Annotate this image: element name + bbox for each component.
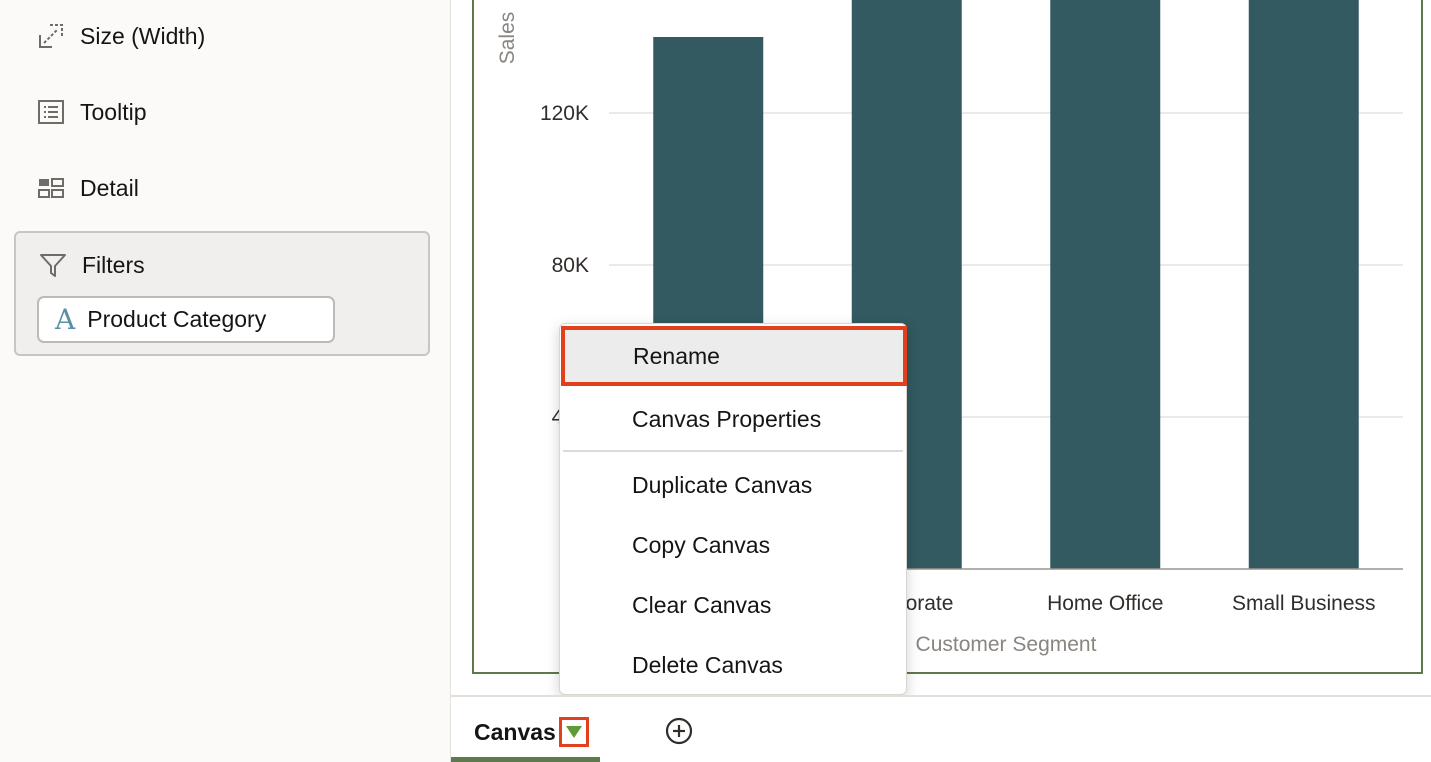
size-width-drop-target[interactable]: Size (Width) [36, 20, 205, 52]
bar-home-office[interactable] [1050, 0, 1161, 569]
y-axis-title: Sales [496, 12, 519, 65]
size-width-label: Size (Width) [80, 22, 206, 49]
tooltip-label: Tooltip [80, 98, 147, 125]
x-tick-label: Home Office [1047, 592, 1163, 615]
menu-item-duplicate-canvas[interactable]: Duplicate Canvas [560, 455, 906, 515]
detail-icon [36, 173, 66, 203]
triangle-down-icon [566, 726, 582, 738]
tooltip-icon [36, 97, 66, 127]
tooltip-drop-target[interactable]: Tooltip [36, 96, 146, 128]
bar-small-business[interactable] [1248, 0, 1359, 569]
detail-drop-target[interactable]: Detail [36, 172, 139, 204]
menu-separator [563, 450, 903, 452]
canvas-tab-bar: Canvas [451, 695, 1431, 762]
menu-item-canvas-properties[interactable]: Canvas Properties [560, 389, 906, 449]
canvas-context-menu: Rename Canvas Properties Duplicate Canva… [559, 323, 907, 695]
x-axis-title: Customer Segment [916, 633, 1097, 656]
grammar-panel: Size (Width) Tooltip Detail Filters A Pr… [0, 0, 451, 762]
y-tick-label: 120K [540, 102, 589, 125]
plus-circle-icon [665, 717, 693, 745]
menu-item-copy-canvas[interactable]: Copy Canvas [560, 515, 906, 575]
add-canvas-button[interactable] [664, 716, 694, 746]
size-width-icon [36, 21, 66, 51]
filter-funnel-icon [38, 250, 68, 280]
filter-chip-product-category[interactable]: A Product Category [37, 296, 335, 343]
filters-drop-target[interactable]: Filters A Product Category [14, 231, 430, 356]
y-tick-label: 80K [552, 254, 589, 277]
filters-label: Filters [82, 251, 145, 278]
canvas-tab-menu-button[interactable] [559, 717, 589, 747]
menu-item-delete-canvas[interactable]: Delete Canvas [560, 635, 906, 695]
x-tick-label: Small Business [1232, 592, 1376, 615]
attribute-text-icon: A [55, 302, 76, 336]
menu-item-clear-canvas[interactable]: Clear Canvas [560, 575, 906, 635]
menu-item-rename[interactable]: Rename [561, 326, 907, 386]
filter-chip-label: Product Category [87, 306, 267, 332]
detail-label: Detail [80, 174, 139, 201]
canvas-tab[interactable]: Canvas [451, 697, 600, 762]
canvas-tab-label: Canvas [474, 719, 556, 745]
filters-header: Filters [38, 249, 145, 281]
